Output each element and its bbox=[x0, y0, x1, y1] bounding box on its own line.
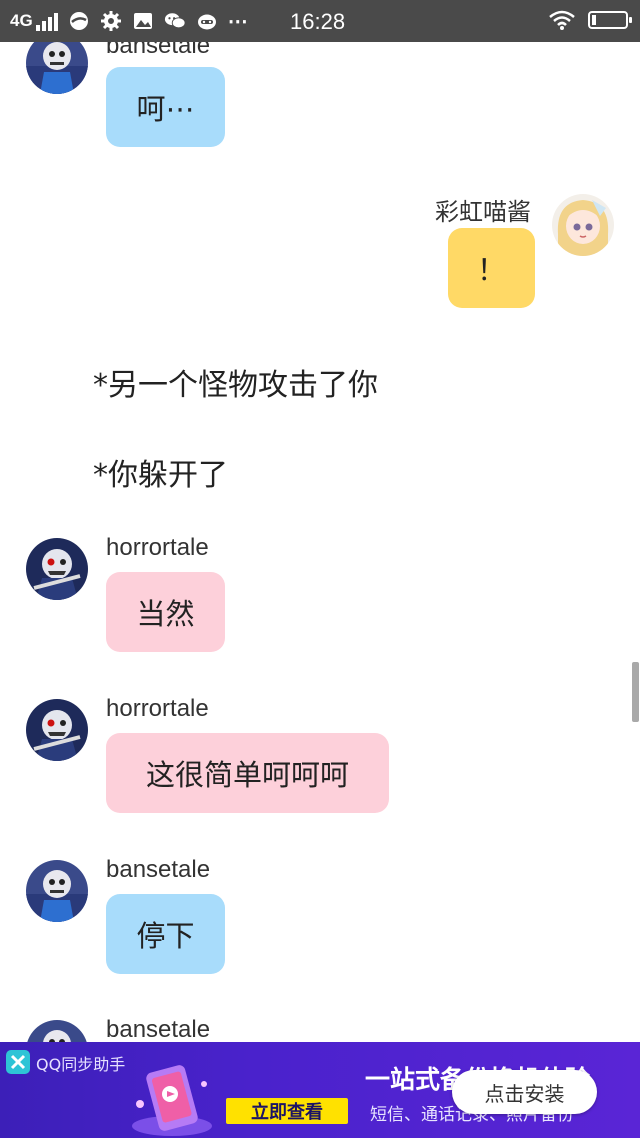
avatar-self[interactable] bbox=[552, 194, 614, 256]
network-type: 4G bbox=[10, 11, 33, 30]
narration-text: *你躲开了 bbox=[93, 458, 228, 493]
avatar-bansetale[interactable] bbox=[26, 860, 88, 922]
wechat-icon bbox=[164, 10, 186, 32]
avatar-horrortale[interactable] bbox=[26, 538, 88, 600]
message-bubble[interactable]: 停下 bbox=[106, 894, 225, 974]
network-indicator: 4G bbox=[10, 11, 58, 31]
message-bubble[interactable]: 这很简单呵呵呵 bbox=[106, 733, 389, 813]
cat-icon bbox=[196, 10, 218, 32]
status-right-group bbox=[548, 9, 632, 31]
sender-name: horrortale bbox=[106, 695, 209, 722]
settings-gear-icon bbox=[100, 10, 122, 32]
avatar-horrortale[interactable] bbox=[26, 699, 88, 761]
message-bubble[interactable]: 当然 bbox=[106, 572, 225, 652]
scrollbar-thumb[interactable] bbox=[632, 662, 639, 722]
chat-area[interactable]: bansetale 呵⋯ 彩虹喵酱 ！ *另一个怪物攻击了你 *你躲开了 hor… bbox=[0, 42, 640, 1042]
browser-icon bbox=[68, 10, 90, 32]
signal-bars-icon bbox=[35, 13, 58, 31]
clock: 16:28 bbox=[290, 9, 346, 34]
more-dots-icon: ⋯ bbox=[227, 10, 249, 33]
message-bubble[interactable]: 呵⋯ bbox=[106, 67, 225, 147]
battery-icon bbox=[588, 11, 632, 29]
qq-sync-logo-icon bbox=[6, 1050, 30, 1074]
avatar-bansetale[interactable] bbox=[26, 1020, 88, 1042]
ad-banner[interactable]: QQ同步助手 立即查看 一站式备份换机体验 短信、通话记录、照片备份 点击安装 bbox=[0, 1042, 640, 1138]
gallery-icon bbox=[132, 10, 154, 32]
sender-name: bansetale bbox=[106, 42, 211, 59]
message-bubble[interactable]: ！ bbox=[448, 228, 535, 308]
ad-brand: QQ同步助手 bbox=[36, 1055, 126, 1074]
ad-install-button[interactable]: 点击安装 bbox=[452, 1070, 597, 1114]
wifi-icon bbox=[548, 9, 576, 31]
narration-text: *另一个怪物攻击了你 bbox=[93, 368, 378, 403]
sender-name: horrortale bbox=[106, 534, 209, 561]
sender-name: bansetale bbox=[106, 856, 211, 883]
phone-illustration-icon bbox=[130, 1064, 215, 1138]
sender-name: bansetale bbox=[106, 1016, 211, 1042]
ad-view-now-button[interactable]: 立即查看 bbox=[226, 1098, 348, 1124]
status-bar: 4G ⋯ 16:28 bbox=[0, 0, 640, 42]
sender-name: 彩虹喵酱 bbox=[435, 199, 531, 226]
avatar-bansetale[interactable] bbox=[26, 42, 88, 94]
status-left-group: 4G ⋯ bbox=[0, 9, 249, 34]
